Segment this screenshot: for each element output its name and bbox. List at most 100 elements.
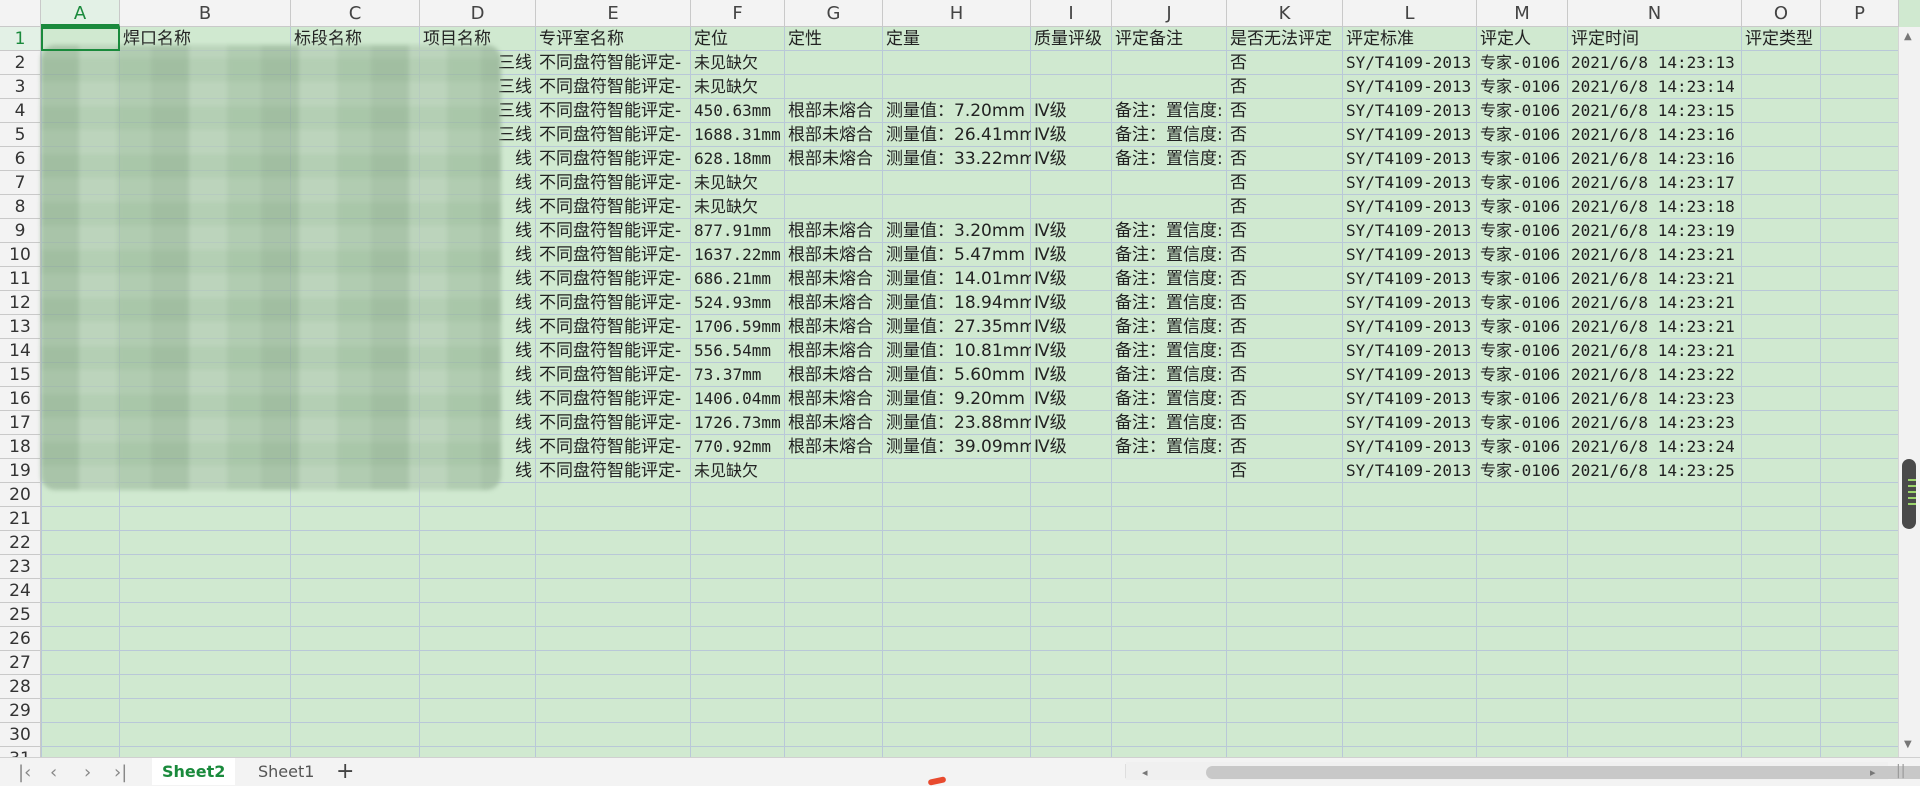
row-header-10[interactable]: 10 bbox=[0, 243, 41, 267]
cell-n-19[interactable]: 2021/6/8 14:23:25 bbox=[1568, 459, 1742, 483]
header-cell-n[interactable]: 评定时间 bbox=[1568, 27, 1742, 51]
row-header-13[interactable]: 13 bbox=[0, 315, 41, 339]
cell-m-4[interactable]: 专家-0106 bbox=[1477, 99, 1568, 123]
cell-k-6[interactable]: 否 bbox=[1227, 147, 1343, 171]
cell-f-14[interactable]: 556.54mm bbox=[691, 339, 785, 363]
row-header-30[interactable]: 30 bbox=[0, 723, 41, 747]
cell-l-3[interactable]: SY/T4109-2013 bbox=[1343, 75, 1477, 99]
cell-k-2[interactable]: 否 bbox=[1227, 51, 1343, 75]
cell-k-3[interactable]: 否 bbox=[1227, 75, 1343, 99]
column-header-m[interactable]: M bbox=[1477, 0, 1568, 27]
row-header-4[interactable]: 4 bbox=[0, 99, 41, 123]
cell-m-16[interactable]: 专家-0106 bbox=[1477, 387, 1568, 411]
column-header-a[interactable]: A bbox=[41, 0, 120, 27]
cell-h-14[interactable]: 测量值：10.81mm bbox=[883, 339, 1031, 363]
column-header-n[interactable]: N bbox=[1568, 0, 1742, 27]
scroll-up-icon[interactable]: ▲ bbox=[1904, 31, 1912, 42]
cell-n-9[interactable]: 2021/6/8 14:23:19 bbox=[1568, 219, 1742, 243]
cell-m-14[interactable]: 专家-0106 bbox=[1477, 339, 1568, 363]
cell-h-4[interactable]: 测量值：7.20mm bbox=[883, 99, 1031, 123]
cell-f-3[interactable]: 未见缺欠 bbox=[691, 75, 785, 99]
header-cell-e[interactable]: 专评室名称 bbox=[536, 27, 691, 51]
select-all-corner[interactable] bbox=[0, 0, 41, 27]
cell-k-17[interactable]: 否 bbox=[1227, 411, 1343, 435]
cell-j-2[interactable] bbox=[1112, 51, 1227, 75]
cell-j-5[interactable]: 备注：置信度: bbox=[1112, 123, 1227, 147]
cell-n-7[interactable]: 2021/6/8 14:23:17 bbox=[1568, 171, 1742, 195]
spreadsheet-grid[interactable]: ABCDEFGHIJKLMNOP 1 2 3 4 5 6 7 8 9 10 11 12 13 14 15 16… bbox=[0, 0, 1920, 757]
row-header-8[interactable]: 8 bbox=[0, 195, 41, 219]
column-header-e[interactable]: E bbox=[536, 0, 691, 27]
header-cell-k[interactable]: 是否无法评定 bbox=[1227, 27, 1343, 51]
cell-l-14[interactable]: SY/T4109-2013 bbox=[1343, 339, 1477, 363]
cell-m-7[interactable]: 专家-0106 bbox=[1477, 171, 1568, 195]
cell-l-8[interactable]: SY/T4109-2013 bbox=[1343, 195, 1477, 219]
cell-g-14[interactable]: 根部未熔合 bbox=[785, 339, 883, 363]
cell-i-17[interactable]: Ⅳ级 bbox=[1031, 411, 1112, 435]
cell-m-6[interactable]: 专家-0106 bbox=[1477, 147, 1568, 171]
cell-h-17[interactable]: 测量值：23.88mm bbox=[883, 411, 1031, 435]
cell-n-16[interactable]: 2021/6/8 14:23:23 bbox=[1568, 387, 1742, 411]
cell-k-7[interactable]: 否 bbox=[1227, 171, 1343, 195]
cell-g-4[interactable]: 根部未熔合 bbox=[785, 99, 883, 123]
cell-j-15[interactable]: 备注：置信度: bbox=[1112, 363, 1227, 387]
cell-e-2[interactable]: 不同盘符智能评定- bbox=[536, 51, 691, 75]
cell-n-6[interactable]: 2021/6/8 14:23:16 bbox=[1568, 147, 1742, 171]
header-cell-l[interactable]: 评定标准 bbox=[1343, 27, 1477, 51]
cell-n-10[interactable]: 2021/6/8 14:23:21 bbox=[1568, 243, 1742, 267]
cell-m-18[interactable]: 专家-0106 bbox=[1477, 435, 1568, 459]
cell-k-16[interactable]: 否 bbox=[1227, 387, 1343, 411]
cell-i-6[interactable]: Ⅳ级 bbox=[1031, 147, 1112, 171]
row-header-6[interactable]: 6 bbox=[0, 147, 41, 171]
row-header-27[interactable]: 27 bbox=[0, 651, 41, 675]
cell-m-19[interactable]: 专家-0106 bbox=[1477, 459, 1568, 483]
cell-e-9[interactable]: 不同盘符智能评定- bbox=[536, 219, 691, 243]
cell-g-10[interactable]: 根部未熔合 bbox=[785, 243, 883, 267]
cell-e-10[interactable]: 不同盘符智能评定- bbox=[536, 243, 691, 267]
cell-l-11[interactable]: SY/T4109-2013 bbox=[1343, 267, 1477, 291]
cell-m-11[interactable]: 专家-0106 bbox=[1477, 267, 1568, 291]
cell-g-8[interactable] bbox=[785, 195, 883, 219]
cell-i-12[interactable]: Ⅳ级 bbox=[1031, 291, 1112, 315]
last-sheet-icon[interactable]: ›| bbox=[114, 762, 127, 783]
row-header-18[interactable]: 18 bbox=[0, 435, 41, 459]
scroll-left-icon[interactable]: ◂ bbox=[1142, 766, 1148, 779]
cell-e-11[interactable]: 不同盘符智能评定- bbox=[536, 267, 691, 291]
column-header-j[interactable]: J bbox=[1112, 0, 1227, 27]
cell-n-12[interactable]: 2021/6/8 14:23:21 bbox=[1568, 291, 1742, 315]
cell-e-8[interactable]: 不同盘符智能评定- bbox=[536, 195, 691, 219]
cell-i-19[interactable] bbox=[1031, 459, 1112, 483]
cell-e-17[interactable]: 不同盘符智能评定- bbox=[536, 411, 691, 435]
cell-e-4[interactable]: 不同盘符智能评定- bbox=[536, 99, 691, 123]
vertical-scrollbar[interactable]: ▲ ▼ bbox=[1898, 27, 1920, 757]
cell-k-19[interactable]: 否 bbox=[1227, 459, 1343, 483]
cell-i-13[interactable]: Ⅳ级 bbox=[1031, 315, 1112, 339]
cell-g-11[interactable]: 根部未熔合 bbox=[785, 267, 883, 291]
cell-h-2[interactable] bbox=[883, 51, 1031, 75]
row-header-21[interactable]: 21 bbox=[0, 507, 41, 531]
cell-h-8[interactable] bbox=[883, 195, 1031, 219]
cell-m-2[interactable]: 专家-0106 bbox=[1477, 51, 1568, 75]
cell-g-18[interactable]: 根部未熔合 bbox=[785, 435, 883, 459]
column-header-f[interactable]: F bbox=[691, 0, 785, 27]
cell-f-18[interactable]: 770.92mm bbox=[691, 435, 785, 459]
header-cell-j[interactable]: 评定备注 bbox=[1112, 27, 1227, 51]
cell-m-8[interactable]: 专家-0106 bbox=[1477, 195, 1568, 219]
row-header-2[interactable]: 2 bbox=[0, 51, 41, 75]
row-header-7[interactable]: 7 bbox=[0, 171, 41, 195]
horizontal-scroll-thumb[interactable] bbox=[1206, 766, 1920, 779]
cell-g-17[interactable]: 根部未熔合 bbox=[785, 411, 883, 435]
row-header-23[interactable]: 23 bbox=[0, 555, 41, 579]
row-header-16[interactable]: 16 bbox=[0, 387, 41, 411]
cell-f-6[interactable]: 628.18mm bbox=[691, 147, 785, 171]
cell-k-18[interactable]: 否 bbox=[1227, 435, 1343, 459]
cell-f-10[interactable]: 1637.22mm bbox=[691, 243, 785, 267]
row-header-20[interactable]: 20 bbox=[0, 483, 41, 507]
row-header-11[interactable]: 11 bbox=[0, 267, 41, 291]
cell-e-14[interactable]: 不同盘符智能评定- bbox=[536, 339, 691, 363]
cell-f-16[interactable]: 1406.04mm bbox=[691, 387, 785, 411]
header-cell-g[interactable]: 定性 bbox=[785, 27, 883, 51]
cell-l-17[interactable]: SY/T4109-2013 bbox=[1343, 411, 1477, 435]
cell-e-15[interactable]: 不同盘符智能评定- bbox=[536, 363, 691, 387]
cell-i-14[interactable]: Ⅳ级 bbox=[1031, 339, 1112, 363]
